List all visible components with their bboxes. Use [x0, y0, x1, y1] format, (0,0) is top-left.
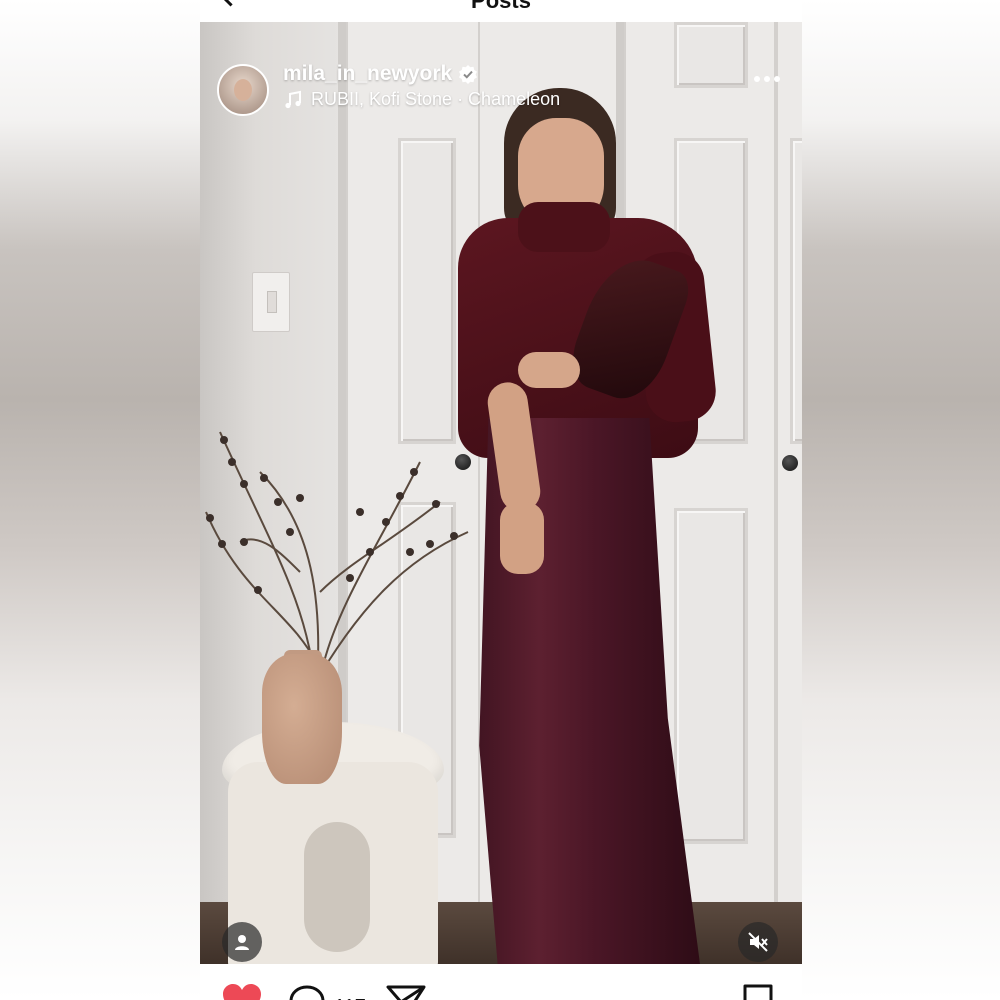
comment-button[interactable]: 117 — [288, 984, 366, 1000]
closet-door — [776, 22, 802, 922]
post-video[interactable]: mila_in_newyork RUBII, Kofi Stone · Cham… — [200, 22, 802, 964]
sweater-collar — [518, 202, 610, 252]
heart-filled-icon — [223, 984, 261, 1000]
user-tag-icon — [235, 935, 249, 950]
light-switch — [252, 272, 290, 332]
user-tag-button[interactable] — [222, 922, 262, 962]
more-horizontal-icon[interactable] — [754, 76, 780, 82]
post-view: Posts mila_in_newyork RUBII, Kofi Stone … — [200, 0, 802, 1000]
comment-icon — [289, 985, 325, 1000]
page-title: Posts — [471, 0, 531, 13]
person-hand — [500, 502, 544, 574]
comment-count: 117 — [334, 996, 366, 1000]
save-button[interactable] — [742, 984, 774, 1000]
stool-cutout — [304, 822, 370, 952]
door-panel — [790, 138, 802, 444]
bookmark-icon — [743, 984, 773, 1000]
audio-link[interactable]: RUBII, Kofi Stone · Chameleon — [283, 89, 560, 110]
dried-branches — [205, 431, 469, 663]
action-bar: 117 — [200, 964, 802, 1000]
person-hand — [518, 352, 580, 388]
post-author: mila_in_newyork — [283, 62, 478, 86]
audio-track-label: RUBII, Kofi Stone · Chameleon — [311, 89, 561, 109]
verified-badge-icon — [459, 65, 478, 84]
vase — [262, 654, 342, 784]
music-note-icon — [285, 90, 301, 108]
door-knob — [782, 455, 798, 471]
like-button[interactable] — [222, 984, 262, 1000]
speaker-muted-icon — [748, 932, 768, 952]
username-link[interactable]: mila_in_newyork — [283, 62, 452, 86]
door-panel — [674, 22, 748, 88]
avatar-image — [234, 79, 252, 101]
mute-button[interactable] — [738, 922, 778, 962]
avatar[interactable] — [217, 64, 269, 116]
share-button[interactable] — [386, 984, 426, 1000]
top-bar: Posts — [200, 0, 802, 22]
door-panel — [674, 508, 748, 844]
send-icon — [386, 985, 426, 1000]
